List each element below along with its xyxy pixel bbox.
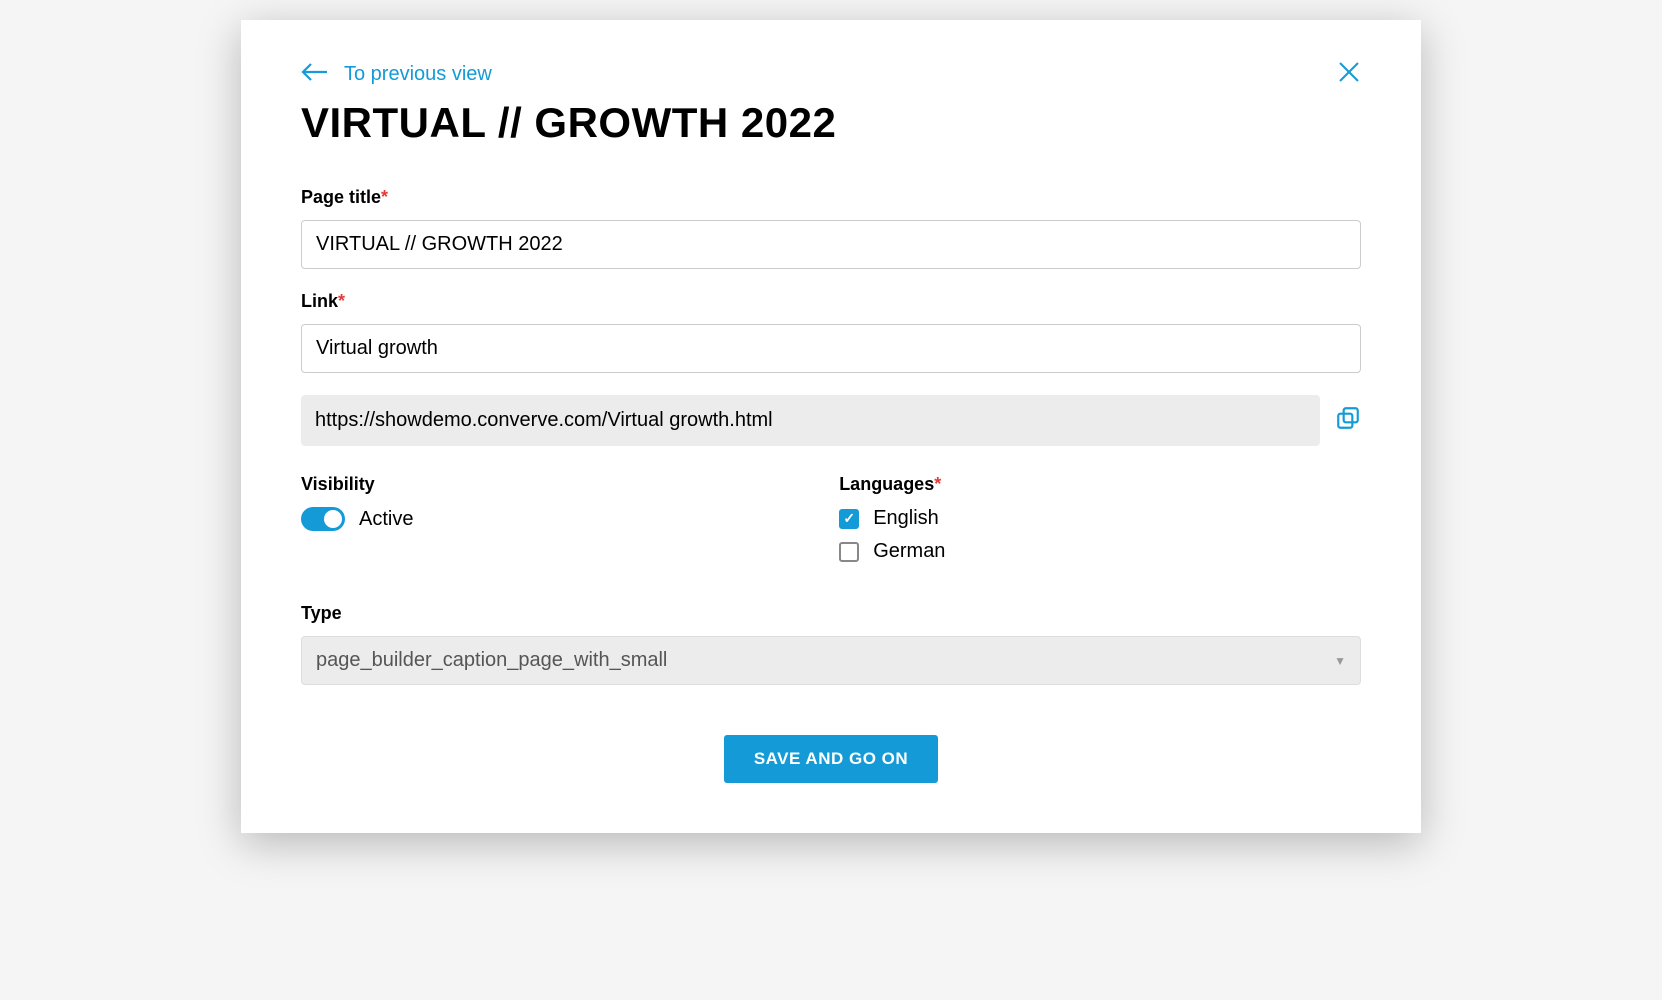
language-option-english: English <box>839 507 1361 530</box>
copy-icon <box>1335 418 1361 435</box>
url-row: https://showdemo.converve.com/Virtual gr… <box>301 395 1361 446</box>
language-option-german: German <box>839 540 1361 563</box>
type-select-value: page_builder_caption_page_with_small <box>316 649 667 672</box>
visibility-languages-row: Visibility Active Languages* English Ger… <box>301 474 1361 573</box>
language-label-english: English <box>873 507 939 530</box>
link-label: Link* <box>301 291 1361 312</box>
visibility-toggle[interactable] <box>301 507 345 531</box>
required-mark: * <box>381 187 388 207</box>
back-link[interactable]: To previous view <box>301 62 492 88</box>
toggle-knob <box>324 510 342 528</box>
page-heading: VIRTUAL // GROWTH 2022 <box>301 99 1361 147</box>
visibility-label: Visibility <box>301 474 799 495</box>
close-button[interactable] <box>1337 60 1361 89</box>
type-label: Type <box>301 603 1361 624</box>
page-title-label: Page title* <box>301 187 1361 208</box>
back-link-label: To previous view <box>344 63 492 86</box>
required-mark: * <box>934 474 941 494</box>
language-checkbox-english[interactable] <box>839 509 859 529</box>
link-input[interactable] <box>301 324 1361 373</box>
visibility-state-label: Active <box>359 508 413 531</box>
modal-header: To previous view <box>301 60 1361 89</box>
language-checkbox-german[interactable] <box>839 542 859 562</box>
copy-url-button[interactable] <box>1335 405 1361 436</box>
language-label-german: German <box>873 540 945 563</box>
type-select[interactable]: page_builder_caption_page_with_small ▼ <box>301 636 1361 685</box>
chevron-down-icon: ▼ <box>1334 654 1346 668</box>
url-display: https://showdemo.converve.com/Virtual gr… <box>301 395 1320 446</box>
visibility-section: Visibility Active <box>301 474 799 573</box>
page-title-input[interactable] <box>301 220 1361 269</box>
close-icon <box>1337 71 1361 88</box>
save-and-go-on-button[interactable]: SAVE AND GO ON <box>724 735 938 783</box>
visibility-toggle-row: Active <box>301 507 799 531</box>
required-mark: * <box>338 291 345 311</box>
languages-section: Languages* English German <box>839 474 1361 573</box>
submit-row: SAVE AND GO ON <box>301 735 1361 783</box>
page-settings-modal: To previous view VIRTUAL // GROWTH 2022 … <box>241 20 1421 833</box>
arrow-left-icon <box>301 62 329 88</box>
languages-label: Languages* <box>839 474 1361 495</box>
